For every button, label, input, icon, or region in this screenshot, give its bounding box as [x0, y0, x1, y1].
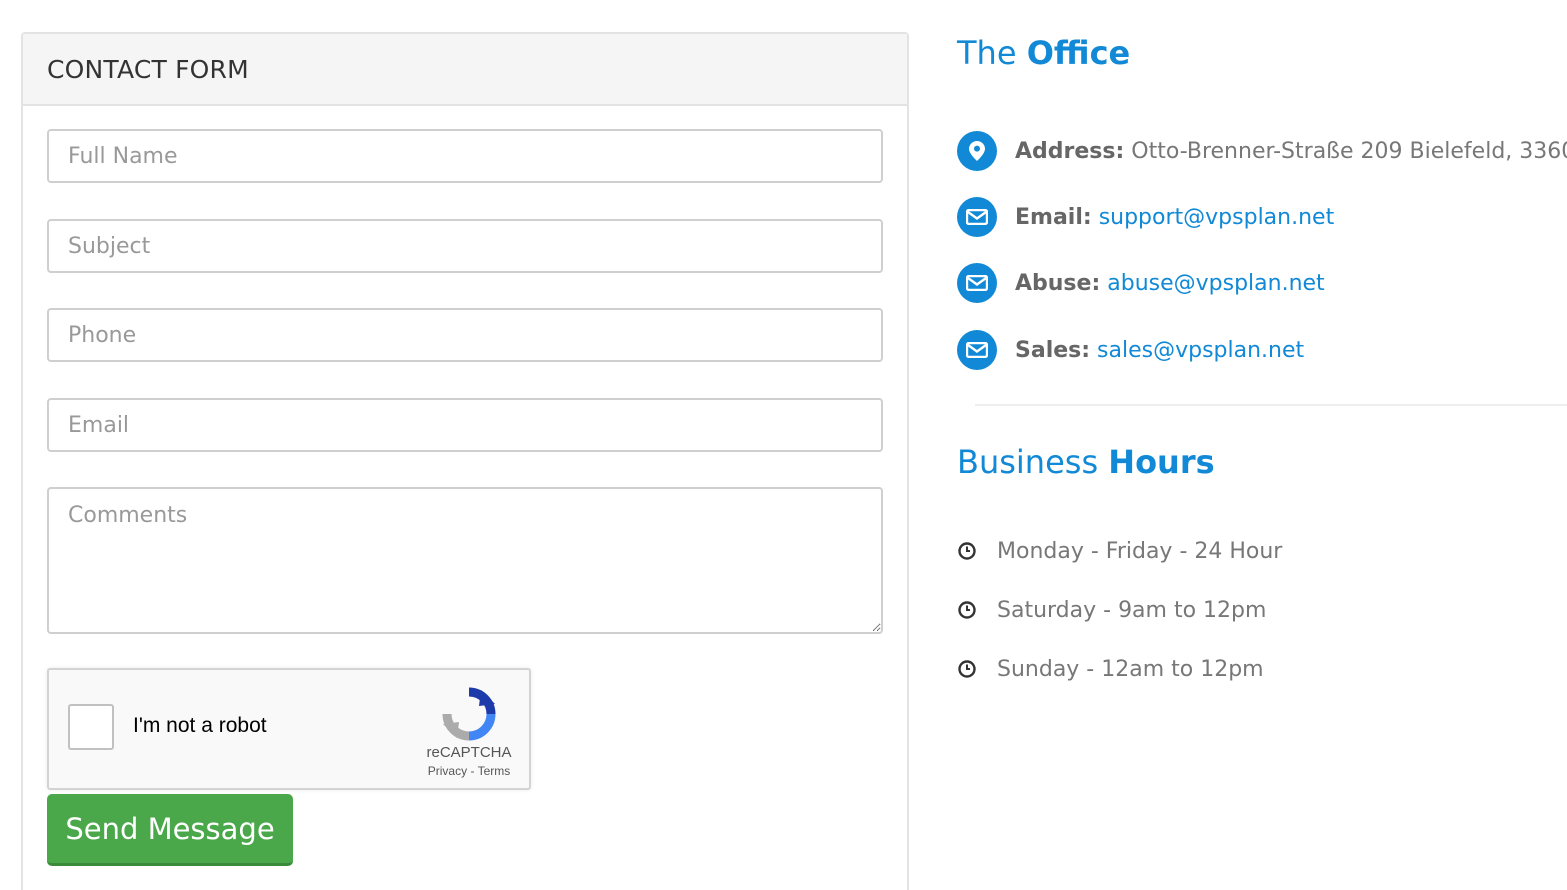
- hours-text: Monday - Friday - 24 Hour: [997, 538, 1283, 564]
- office-heading-light: The: [957, 34, 1027, 72]
- section-divider: [975, 404, 1567, 406]
- envelope-icon: [957, 197, 997, 237]
- hours-text: Sunday - 12am to 12pm: [997, 656, 1264, 682]
- business-hours-heading-bold: Hours: [1108, 443, 1215, 481]
- office-address-row: Address: Otto-Brenner-Straße 209 Bielefe…: [957, 131, 1567, 171]
- email-label: Email:: [1015, 204, 1092, 230]
- sales-text: Sales: sales@vpsplan.net: [1015, 338, 1304, 363]
- clock-icon: [958, 601, 976, 619]
- office-email-row: Email: support@vpsplan.net: [957, 197, 1334, 237]
- map-marker-icon: [957, 131, 997, 171]
- sales-label: Sales:: [1015, 337, 1091, 363]
- office-heading-bold: Office: [1026, 34, 1131, 72]
- business-hours-heading: Business Hours: [957, 443, 1215, 481]
- clock-icon: [958, 660, 976, 678]
- recaptcha-links: Privacy - Terms: [409, 764, 529, 778]
- address-value: Otto-Brenner-Straße 209 Bielefeld, 33604: [1124, 138, 1567, 164]
- send-message-button[interactable]: Send Message: [47, 794, 293, 866]
- address-label: Address:: [1015, 138, 1125, 164]
- recaptcha-privacy-link[interactable]: Privacy: [428, 764, 467, 778]
- clock-icon: [958, 542, 976, 560]
- envelope-icon: [957, 330, 997, 370]
- abuse-text: Abuse: abuse@vpsplan.net: [1015, 271, 1325, 296]
- sales-email-link[interactable]: sales@vpsplan.net: [1097, 338, 1304, 363]
- recaptcha-label: I'm not a robot: [133, 714, 267, 737]
- abuse-email-link[interactable]: abuse@vpsplan.net: [1107, 271, 1324, 296]
- recaptcha-terms-link[interactable]: Terms: [478, 764, 511, 778]
- recaptcha-checkbox[interactable]: [68, 704, 114, 750]
- phone-input[interactable]: [47, 308, 883, 362]
- hours-row-saturday: Saturday - 9am to 12pm: [957, 595, 1266, 625]
- business-hours-heading-light: Business: [957, 443, 1109, 481]
- contact-form-header: CONTACT FORM: [23, 34, 907, 106]
- hours-row-sunday: Sunday - 12am to 12pm: [957, 654, 1264, 684]
- hours-text: Saturday - 9am to 12pm: [997, 597, 1267, 623]
- envelope-icon: [957, 263, 997, 303]
- office-heading: The Office: [957, 34, 1130, 72]
- email-input[interactable]: [47, 398, 883, 452]
- hours-row-weekdays: Monday - Friday - 24 Hour: [957, 536, 1282, 566]
- subject-input[interactable]: [47, 219, 883, 273]
- contact-form-title: CONTACT FORM: [47, 54, 249, 84]
- recaptcha-widget: I'm not a robot reCAPTCHA Privacy - Term…: [47, 668, 531, 790]
- recaptcha-logo-icon: [442, 687, 496, 741]
- full-name-input[interactable]: [47, 129, 883, 183]
- office-sales-row: Sales: sales@vpsplan.net: [957, 330, 1304, 370]
- comments-textarea[interactable]: [47, 487, 883, 634]
- contact-form-panel: CONTACT FORM I'm not a robot reCAPTCHA P…: [21, 32, 909, 890]
- recaptcha-brand: reCAPTCHA: [426, 744, 512, 761]
- recaptcha-link-separator: -: [467, 764, 478, 778]
- email-text: Email: support@vpsplan.net: [1015, 205, 1334, 230]
- address-text: Address: Otto-Brenner-Straße 209 Bielefe…: [1015, 139, 1567, 164]
- office-abuse-row: Abuse: abuse@vpsplan.net: [957, 263, 1325, 303]
- abuse-label: Abuse:: [1015, 270, 1101, 296]
- support-email-link[interactable]: support@vpsplan.net: [1099, 205, 1335, 230]
